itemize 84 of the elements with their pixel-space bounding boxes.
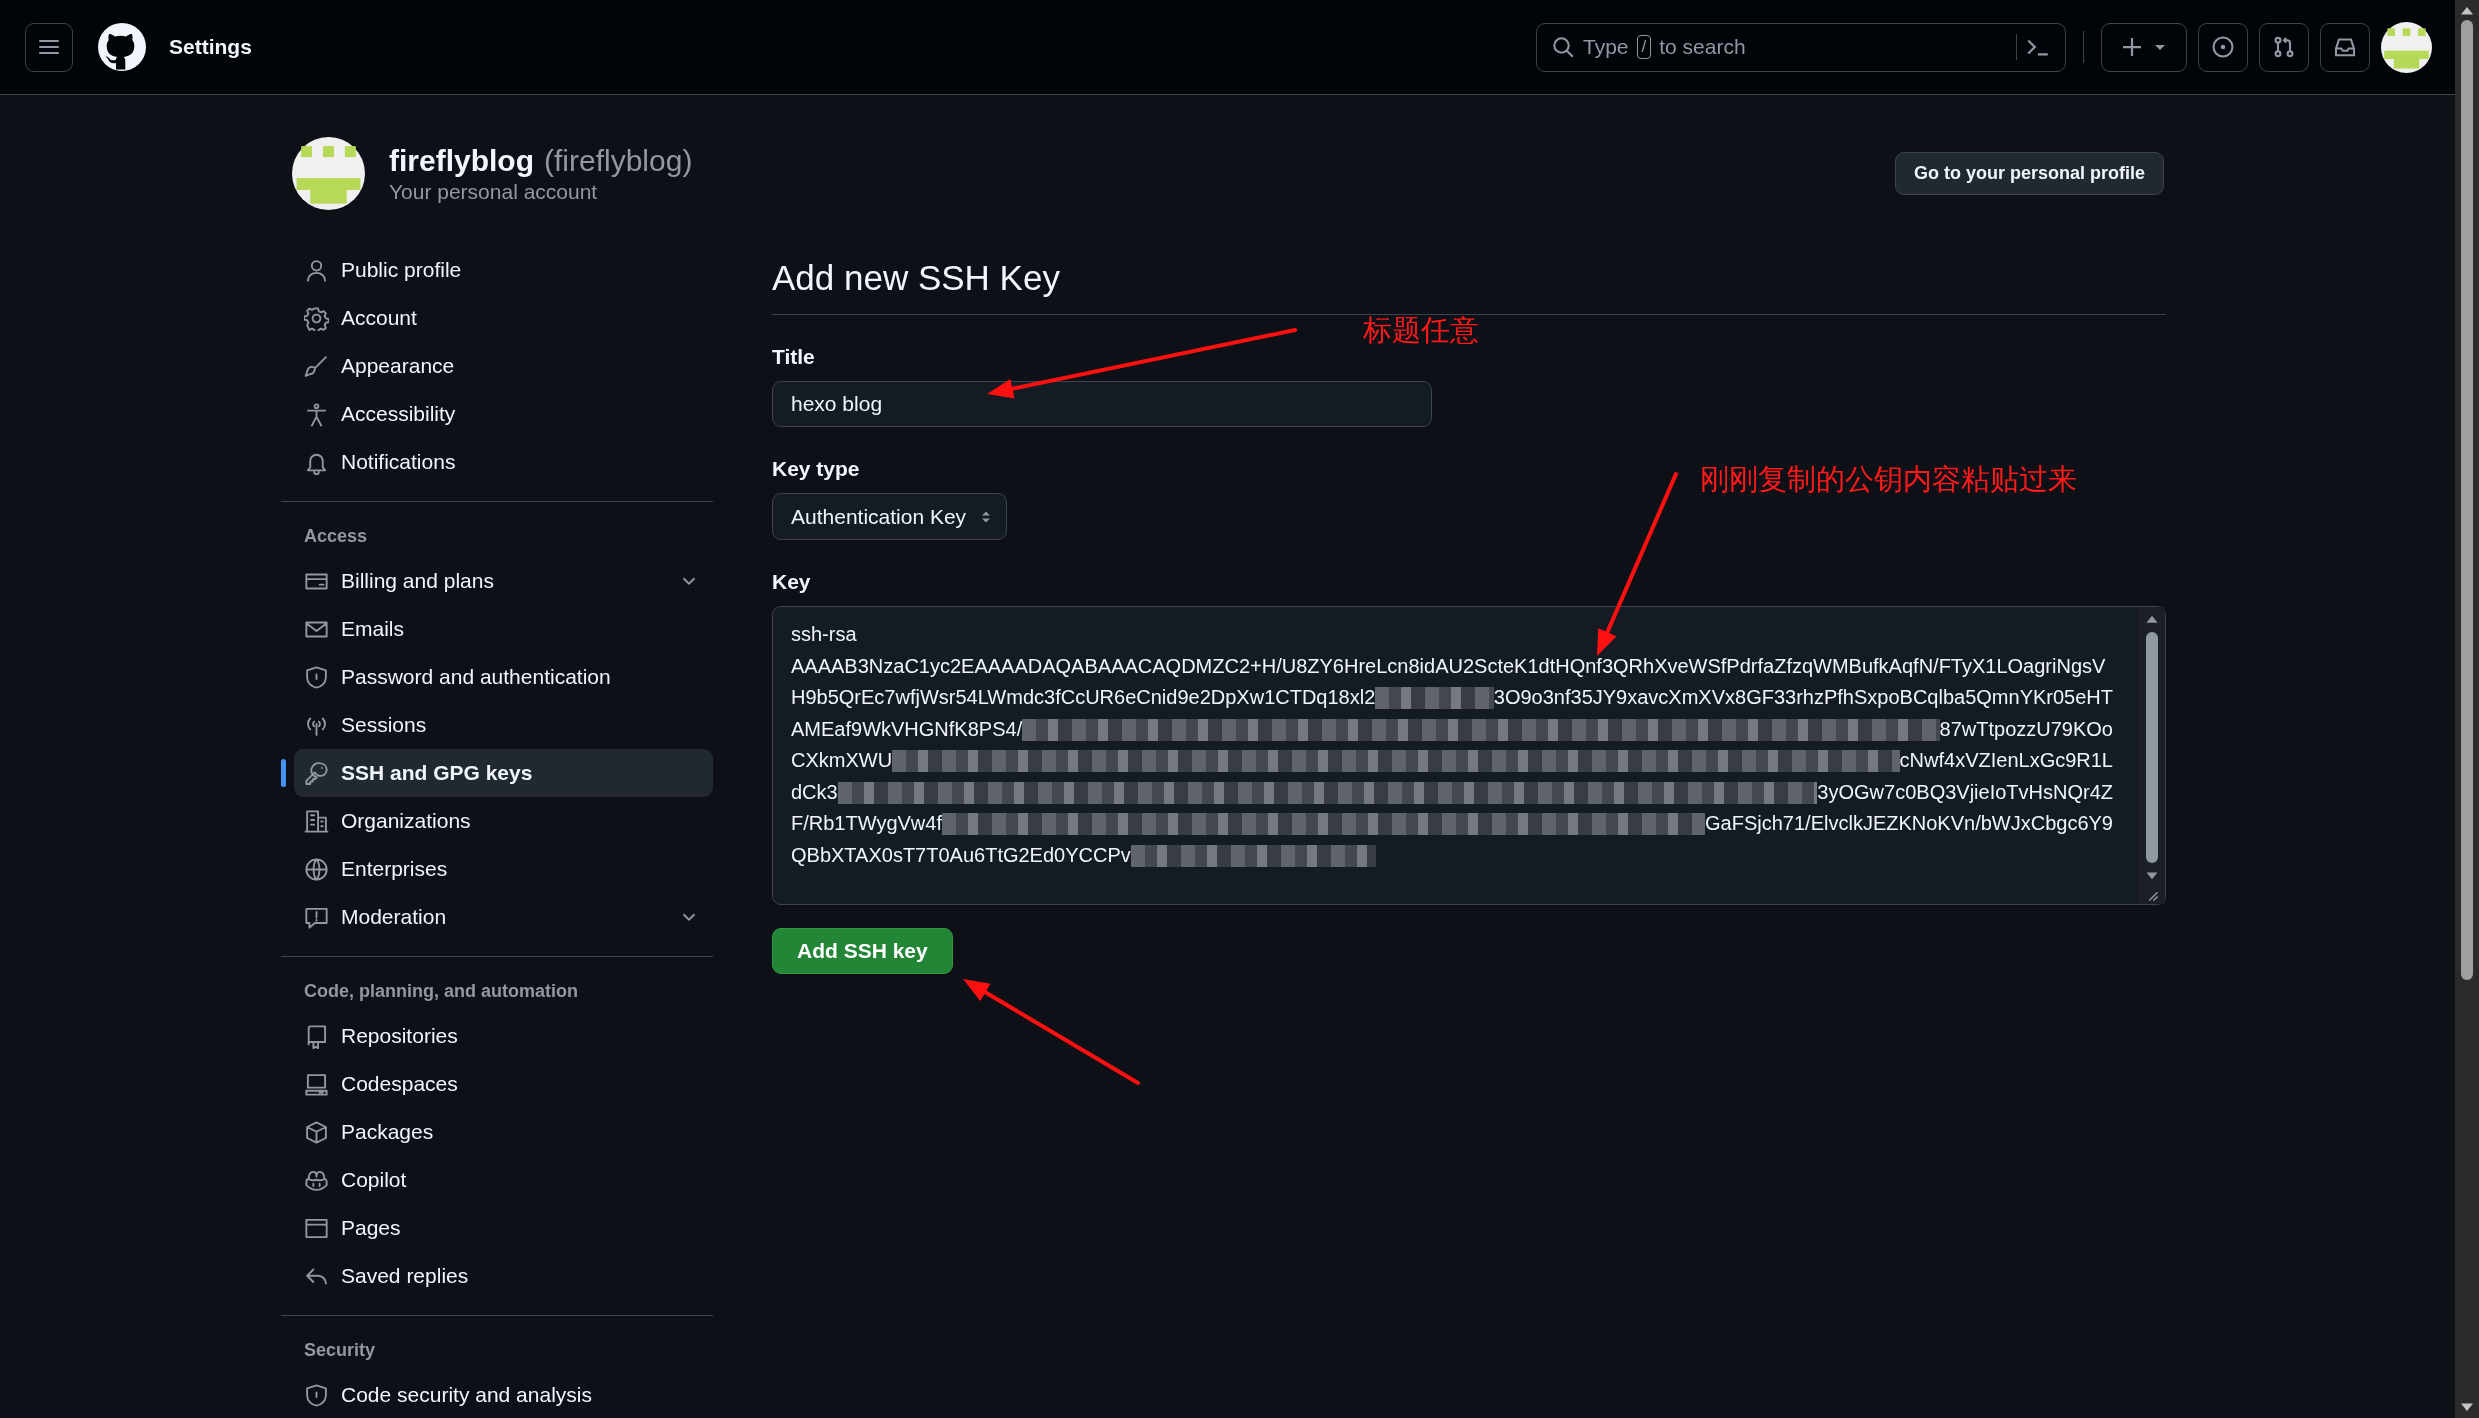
key-text: AMEaf9WkVHGNfK8PS4/ [791, 716, 1023, 742]
key-text: H9b5QrEc7wfjWsr54LWmdc3fCcUR6eCnid9e2DpXw1CTDq18xl2 [791, 685, 1376, 710]
personal-profile-button[interactable]: Go to your personal profile [1894, 152, 2164, 195]
sidebar-item[interactable]: Pages [294, 1204, 713, 1252]
key-text: cNwf4xVZIenLxGc9R1L [1899, 748, 2113, 773]
sidebar-item[interactable]: Copilot [294, 1156, 713, 1204]
key-text: dCk3 [791, 779, 838, 805]
sidebar-item[interactable]: Password and authentication [294, 653, 713, 701]
repo-icon [304, 1023, 329, 1049]
section-heading: Access [303, 526, 369, 548]
issues-button[interactable] [2198, 22, 2248, 72]
user-name: fireflyblog [389, 143, 534, 178]
sidebar-item[interactable]: Accessibility [294, 390, 713, 438]
key-textarea[interactable] [772, 606, 2166, 905]
package-icon [304, 1119, 329, 1145]
scroll-down-icon[interactable] [2145, 871, 2159, 882]
search-icon [1551, 35, 1575, 59]
key-text: AAAAB3NzaC1yc2EAAAADAQABAAACAQDMZC2+H/U8ZY6HreLcn8idAU2ScteK1dtHQnf3QRhXveWSfPdrfaZfzqWMBufkAqfN/FTyX1LOagriNgsV [791, 653, 2106, 679]
field-label: Title [772, 345, 815, 369]
globe-icon [304, 856, 329, 882]
inbox-icon [2333, 35, 2357, 59]
sidebar-item[interactable]: Emails [294, 605, 713, 653]
menu-button[interactable] [25, 22, 73, 72]
sidebar-item[interactable]: Repositories [294, 1012, 713, 1060]
scrollbar[interactable] [2139, 607, 2165, 904]
scrollbar-thumb[interactable] [2146, 632, 2158, 863]
shield-icon [304, 664, 329, 690]
field-label: Key [772, 570, 811, 594]
user-login: (fireflyblog) [544, 143, 693, 178]
sidebar-item[interactable]: Code security and analysis [294, 1371, 713, 1418]
add-ssh-key-button[interactable]: Add SSH key [772, 928, 953, 974]
person-icon [304, 257, 329, 283]
key-text: CXkmXWU [791, 748, 893, 773]
page-title[interactable]: Settings [169, 35, 252, 59]
page-scrollbar[interactable] [2455, 0, 2479, 1418]
annotation-text: 标题任意 [1363, 313, 1479, 348]
building-icon [304, 808, 329, 834]
sidebar-item[interactable]: Organizations [294, 797, 713, 845]
sidebar-item[interactable]: Notifications [294, 438, 713, 486]
annotation-text: 刚刚复制的公钥内容粘贴过来 [1700, 462, 2077, 497]
sidebar-item[interactable]: Account [294, 294, 713, 342]
section-heading: Security [303, 1340, 377, 1362]
scrollbar-thumb[interactable] [2461, 20, 2473, 980]
sidebar-item[interactable]: Billing and plans [294, 557, 713, 605]
scroll-up-icon[interactable] [2145, 613, 2159, 624]
shield-icon [304, 1382, 329, 1408]
sidebar-item[interactable]: Public profile [294, 246, 713, 294]
account-subtitle: Your personal account [389, 179, 599, 204]
shortcut-key: / [1636, 35, 1652, 59]
key-icon [304, 760, 329, 786]
key-text: 87wTtpozzU79KOo [1939, 716, 2113, 742]
plus-icon [2120, 35, 2144, 59]
key-text: ssh-rsa [791, 622, 857, 647]
section-heading: Code, planning, and automation [303, 981, 579, 1003]
codespaces-icon [304, 1071, 329, 1097]
key-text: 3yOGw7c0BQ3VjieIoTvHsNQr4Z [1817, 779, 2113, 805]
title-input[interactable]: hexo blog [772, 381, 1432, 427]
pull-requests-button[interactable] [2259, 22, 2309, 72]
create-button[interactable] [2101, 22, 2187, 72]
issue-icon [2211, 35, 2235, 59]
field-label: Key type [772, 457, 860, 481]
key-type-select[interactable]: Authentication Key [772, 493, 1008, 540]
key-text: F/Rb1TWygVw4f [791, 811, 942, 836]
sidebar-item[interactable]: Enterprises [294, 845, 713, 893]
pull-request-icon [2272, 35, 2296, 59]
key-text: QBbXTAX0sT7T0Au6TtG2Ed0YCCPv [791, 842, 1131, 868]
sidebar-item[interactable]: Packages [294, 1108, 713, 1156]
sidebar-item[interactable]: Codespaces [294, 1060, 713, 1108]
brush-icon [304, 353, 329, 379]
search-hint: to search [1659, 35, 1746, 59]
sidebar-item[interactable]: Sessions [294, 701, 713, 749]
key-text: 3O9o3nf35JY9xavcXmXVx8GF33rhzPfhSxpoBCqlba5QmnYKr05eHT [1493, 685, 2113, 710]
avatar[interactable] [2381, 21, 2432, 73]
sidebar-item[interactable]: Moderation [294, 893, 713, 941]
inbox-button[interactable] [2320, 22, 2370, 72]
octocat-logo-icon[interactable] [98, 23, 146, 71]
accessibility-icon [304, 401, 329, 427]
sidebar-item[interactable]: Saved replies [294, 1252, 713, 1300]
form-heading: Add new SSH Key [772, 246, 2166, 315]
gear-icon [304, 305, 329, 331]
search-hint: Type [1583, 35, 1629, 59]
sidebar-item[interactable]: Appearance [294, 342, 713, 390]
search-field[interactable]: Type / to search [1536, 22, 2066, 72]
key-text: GaFSjch71/ElvclkJEZKNoKVn/bWJxCbgc6Y9 [1705, 811, 2113, 836]
